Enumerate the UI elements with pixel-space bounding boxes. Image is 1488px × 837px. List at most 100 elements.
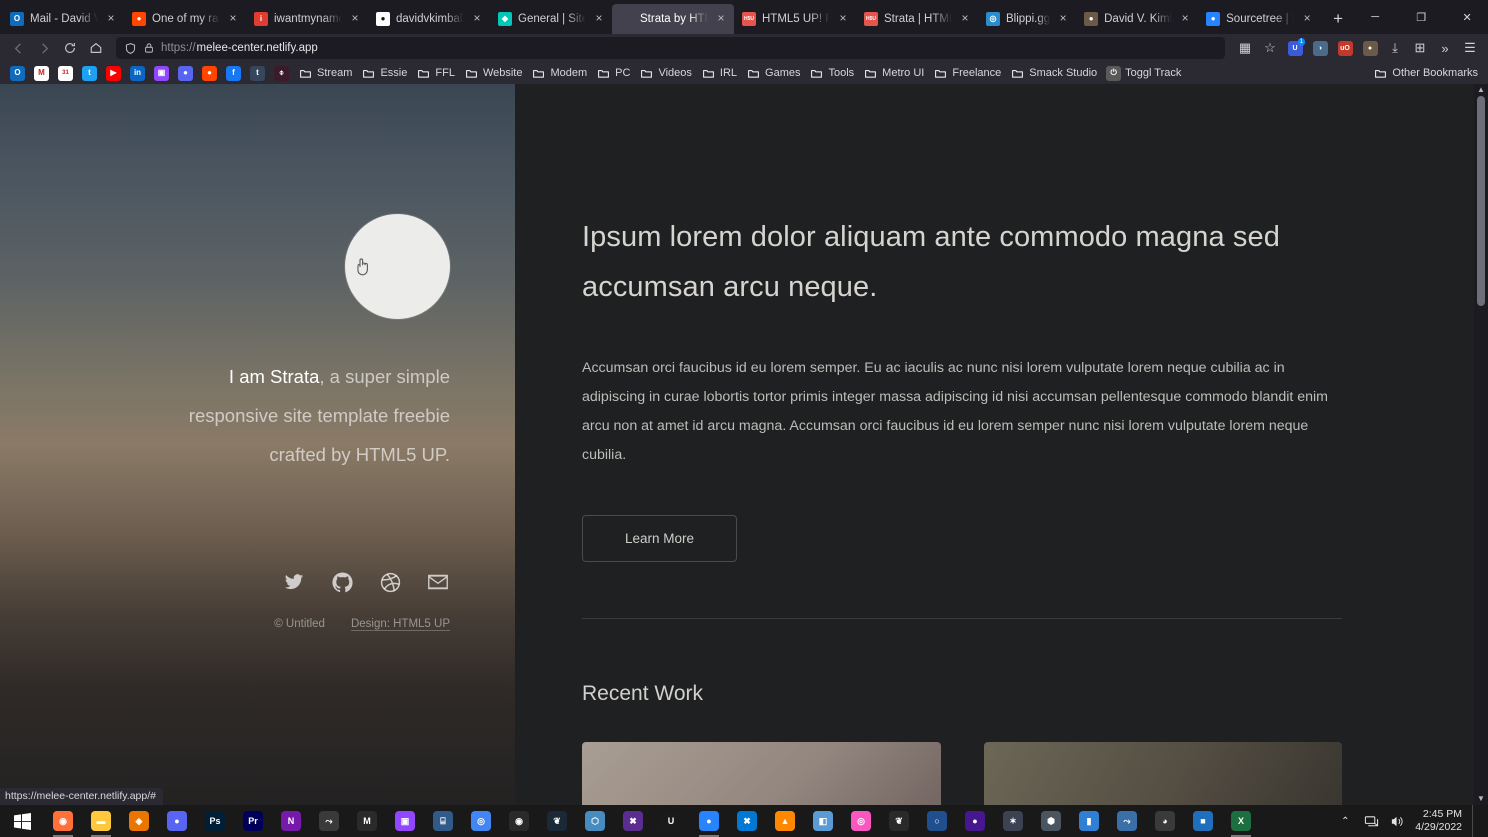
page-scrollbar[interactable]: ▲ ▼ <box>1474 84 1488 805</box>
tab-close-button[interactable]: × <box>958 12 972 26</box>
bookmark-item[interactable]: Smack Studio <box>1006 65 1101 82</box>
taskbar-item-chrome[interactable]: ◎ <box>462 805 500 837</box>
bookmark-item[interactable]: ⏻Toggl Track <box>1102 65 1185 82</box>
bookmark-item[interactable]: t <box>246 65 269 82</box>
taskbar-item-discord[interactable]: ● <box>158 805 196 837</box>
taskbar-item-smack-studio[interactable]: ❦ <box>880 805 918 837</box>
container-tabs-icon[interactable]: ▦ <box>1233 37 1257 59</box>
taskbar-item-obs-studio[interactable]: ◉ <box>500 805 538 837</box>
tab-close-button[interactable]: × <box>348 12 362 26</box>
avatar[interactable] <box>345 214 450 319</box>
bookmark-item[interactable]: Tools <box>805 65 858 82</box>
taskbar-item-steam[interactable]: ❦ <box>538 805 576 837</box>
show-desktop-button[interactable] <box>1472 805 1478 837</box>
extension-goggles-icon[interactable]: ◑ <box>1308 37 1332 59</box>
bookmark-item[interactable]: ▶ <box>102 65 125 82</box>
scrollbar-thumb[interactable] <box>1477 96 1485 306</box>
extension-u-icon[interactable]: U1 <box>1283 37 1307 59</box>
taskbar-item-ms-project[interactable]: ■ <box>1184 805 1222 837</box>
reload-icon[interactable] <box>58 37 82 59</box>
other-bookmarks-button[interactable]: Other Bookmarks <box>1369 65 1482 82</box>
taskbar-item-unity-hub[interactable]: ⬢ <box>1032 805 1070 837</box>
bookmark-item[interactable]: FFL <box>412 65 459 82</box>
bookmark-item[interactable]: Videos <box>635 65 695 82</box>
minimize-button[interactable]: ─ <box>1352 0 1398 34</box>
bookmark-item[interactable]: ⌽ <box>270 65 293 82</box>
taskbar-item-ring-app[interactable]: ○ <box>918 805 956 837</box>
app-menu-icon[interactable]: ☰ <box>1458 37 1482 59</box>
tab-close-button[interactable]: × <box>592 12 606 26</box>
tab-close-button[interactable]: × <box>1178 12 1192 26</box>
browser-tab[interactable]: ●David V. Kimball -× <box>1076 4 1198 34</box>
taskbar-item-bluebook[interactable]: ▮ <box>1070 805 1108 837</box>
bookmark-item[interactable]: Games <box>742 65 804 82</box>
bookmark-item[interactable]: 31 <box>54 65 77 82</box>
network-icon[interactable] <box>1363 813 1379 829</box>
volume-icon[interactable] <box>1389 813 1405 829</box>
tab-close-button[interactable]: × <box>104 12 118 26</box>
shield-icon[interactable] <box>124 42 137 55</box>
tab-close-button[interactable]: × <box>470 12 484 26</box>
tab-close-button[interactable]: × <box>714 12 728 26</box>
bookmark-item[interactable]: Website <box>460 65 527 82</box>
work-thumbnail-2[interactable] <box>984 742 1343 805</box>
taskbar-item-calculator[interactable]: ⌸ <box>424 805 462 837</box>
bookmark-star-icon[interactable]: ☆ <box>1258 37 1282 59</box>
taskbar-item-godot[interactable]: ⬡ <box>576 805 614 837</box>
lock-icon[interactable] <box>143 42 155 54</box>
taskbar-item-dolphin-emu[interactable]: ⤳ <box>1108 805 1146 837</box>
email-icon[interactable] <box>426 570 450 594</box>
address-bar[interactable]: https://melee-center.netlify.app <box>116 37 1225 59</box>
taskbar-item-unreal-engine[interactable]: U <box>652 805 690 837</box>
twitter-icon[interactable] <box>282 570 306 594</box>
browser-tab[interactable]: H5UHTML5 UP! Respo× <box>734 4 856 34</box>
taskbar-item-vlc[interactable]: ▲ <box>766 805 804 837</box>
taskbar-item-krita[interactable]: ✶ <box>994 805 1032 837</box>
taskbar-item-photoshop[interactable]: Ps <box>196 805 234 837</box>
taskbar-item-vscode[interactable]: ✖ <box>728 805 766 837</box>
overflow-chevron-icon[interactable]: » <box>1433 37 1457 59</box>
scrollbar-track[interactable] <box>1474 96 1488 793</box>
browser-tab[interactable]: ●davidvkimball/me× <box>368 4 490 34</box>
bookmark-item[interactable]: IRL <box>697 65 741 82</box>
bookmark-item[interactable]: O <box>6 65 29 82</box>
taskbar-item-file-explorer[interactable]: ▬ <box>82 805 120 837</box>
bookmark-item[interactable]: Metro UI <box>859 65 928 82</box>
back-arrow-icon[interactable] <box>6 37 30 59</box>
start-button[interactable] <box>0 805 44 837</box>
tab-close-button[interactable]: × <box>1056 12 1070 26</box>
taskbar-item-medium[interactable]: M <box>348 805 386 837</box>
tab-close-button[interactable]: × <box>1300 12 1314 26</box>
new-tab-button[interactable]: + <box>1324 6 1352 34</box>
bookmark-item[interactable]: t <box>78 65 101 82</box>
taskbar-item-firefox[interactable]: ◉ <box>44 805 82 837</box>
taskbar-item-paint-net[interactable]: ◧ <box>804 805 842 837</box>
browser-tab[interactable]: ●Sourcetree | Free G× <box>1198 4 1320 34</box>
forward-arrow-icon[interactable] <box>32 37 56 59</box>
learn-more-button[interactable]: Learn More <box>582 515 737 562</box>
bookmark-item[interactable]: Modem <box>527 65 591 82</box>
bookmark-item[interactable]: f <box>222 65 245 82</box>
bookmark-item[interactable]: Essie <box>357 65 411 82</box>
bookmark-item[interactable]: ▣ <box>150 65 173 82</box>
home-icon[interactable] <box>84 37 108 59</box>
taskbar-item-davinci-resolve[interactable]: ◕ <box>1146 805 1184 837</box>
browser-tab[interactable]: H5UStrata | HTML5 UP× <box>856 4 978 34</box>
dribbble-icon[interactable] <box>378 570 402 594</box>
taskbar-item-blender[interactable]: ◈ <box>120 805 158 837</box>
taskbar-item-onenote[interactable]: N <box>272 805 310 837</box>
tab-close-button[interactable]: × <box>226 12 240 26</box>
close-window-button[interactable]: ✕ <box>1444 0 1488 34</box>
taskbar-item-twitch[interactable]: ▣ <box>386 805 424 837</box>
taskbar-item-premiere-pro[interactable]: Pr <box>234 805 272 837</box>
tray-chevron-icon[interactable]: ⌃ <box>1337 813 1353 829</box>
taskbar-item-visual-studio[interactable]: ✖ <box>614 805 652 837</box>
browser-tab[interactable]: ◎Blippi.gg× <box>978 4 1076 34</box>
github-icon[interactable] <box>330 570 354 594</box>
profile-avatar-icon[interactable]: ● <box>1358 37 1382 59</box>
extensions-puzzle-icon[interactable]: ⊞ <box>1408 37 1432 59</box>
tab-close-button[interactable]: × <box>836 12 850 26</box>
scroll-up-arrow[interactable]: ▲ <box>1477 84 1485 96</box>
bookmark-item[interactable]: PC <box>592 65 634 82</box>
bookmark-item[interactable]: ● <box>198 65 221 82</box>
